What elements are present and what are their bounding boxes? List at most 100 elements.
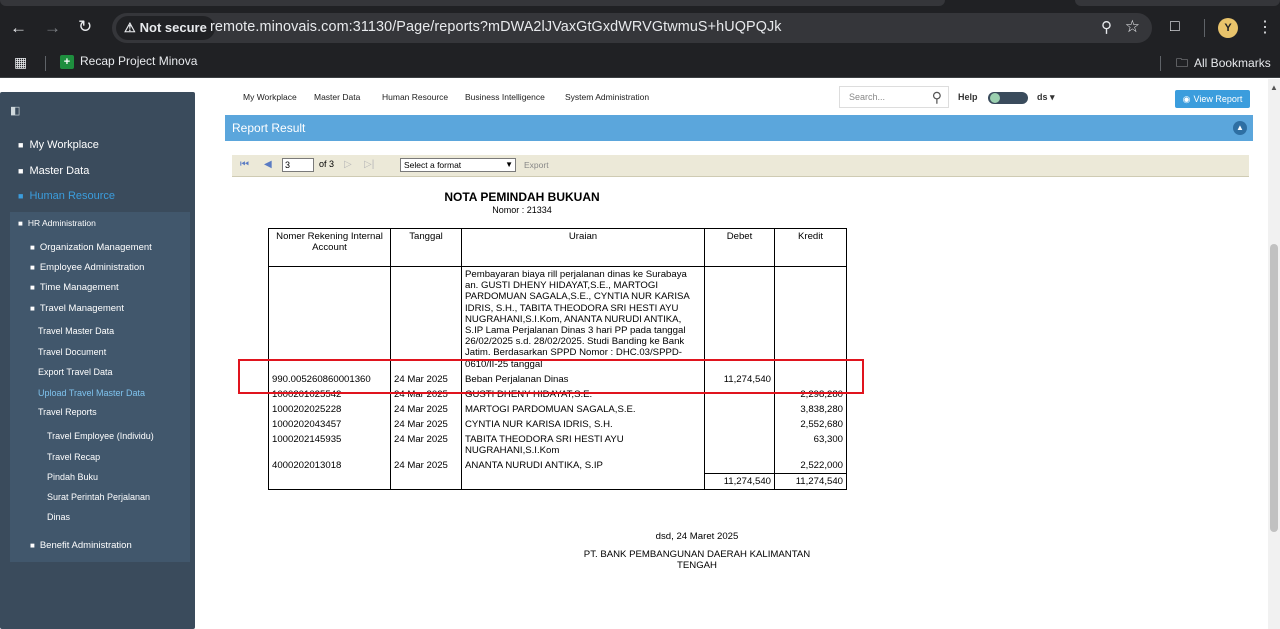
collapse-icon[interactable]: ▲: [1233, 121, 1247, 135]
bookmark-star-icon[interactable]: ☆: [1125, 17, 1140, 37]
folder-icon: ■: [30, 243, 35, 252]
cell-date: 24 Mar 2025: [390, 431, 462, 458]
export-link[interactable]: Export: [524, 160, 549, 170]
sidebar-item-organization-management[interactable]: ■ Organization Management: [30, 242, 152, 253]
sidebar-item-surat-perintah[interactable]: Surat Perintah Perjalanan: [47, 492, 150, 502]
header-account: Nomer Rekening Internal Account: [268, 228, 391, 267]
sidebar-item-time-management[interactable]: ■ Time Management: [30, 282, 119, 293]
menu-human-resource[interactable]: Human Resource: [382, 92, 448, 102]
report-title: NOTA PEMINDAH BUKUAN: [444, 190, 600, 204]
cell-account: 1000202145935: [268, 431, 391, 458]
security-label: Not secure: [139, 20, 207, 35]
bookmark-divider: [45, 56, 46, 71]
broken-logo-icon: ◧: [10, 105, 21, 117]
folder-icon: ■: [18, 166, 24, 176]
table-row: 1000202145935 24 Mar 2025 TABITA THEODOR…: [268, 431, 847, 458]
theme-toggle[interactable]: [988, 92, 1028, 104]
sidebar-item-travel-reports[interactable]: Travel Reports: [38, 407, 97, 417]
sidebar-item-travel-recap[interactable]: Travel Recap: [47, 452, 100, 462]
sheets-icon: +: [60, 55, 74, 69]
table-row: 1000202025228 24 Mar 2025 MARTOGI PARDOM…: [268, 401, 847, 417]
panel-header: Report Result ▲: [225, 115, 1253, 141]
folder-icon: ■: [18, 191, 24, 201]
sidebar-item-master-data[interactable]: ■ Master Data: [18, 165, 89, 177]
format-select[interactable]: Select a format ▼: [400, 158, 516, 172]
scroll-up-icon[interactable]: ▲: [1270, 83, 1278, 92]
narrative-text: Pembayaran biaya rill perjalanan dinas k…: [461, 265, 705, 372]
cell-credit: 63,300: [774, 431, 847, 458]
bookmarks-bar: ▦ + Recap Project Minova 🗀 All Bookmarks: [0, 48, 1280, 78]
app-area: ◧ ■ My Workplace ■ Master Data ■ Human Reso…: [0, 79, 1280, 629]
sidebar-item-surat-perintah-cont[interactable]: Dinas: [47, 512, 70, 522]
report-toolbar: ⏮ ◀ 3 of 3 ▷ ▷| Select a format ▼ Export: [232, 155, 1249, 177]
menu-master-data[interactable]: Master Data: [314, 92, 360, 102]
header-date: Tanggal: [390, 228, 462, 267]
header-debit: Debet: [704, 228, 775, 267]
sidebar-item-travel-master-data[interactable]: Travel Master Data: [38, 326, 114, 336]
url-text[interactable]: remote.minovais.com:31130/Page/reports?m…: [210, 19, 782, 35]
sidebar-item-benefit-administration[interactable]: ■ Benefit Administration: [30, 540, 132, 551]
user-menu[interactable]: ds ▾: [1037, 92, 1055, 103]
sidebar-item-travel-employee[interactable]: Travel Employee (Individu): [47, 431, 154, 441]
all-bookmarks[interactable]: 🗀 All Bookmarks: [1176, 54, 1271, 75]
sidebar-item-travel-document[interactable]: Travel Document: [38, 347, 106, 357]
folder-icon: ■: [18, 219, 23, 228]
security-chip[interactable]: ⚠ Not secure: [116, 16, 215, 40]
header-credit: Kredit: [774, 228, 847, 267]
folder-icon: ■: [30, 304, 35, 313]
highlight-box: [238, 359, 864, 394]
profile-avatar[interactable]: Y: [1218, 18, 1238, 38]
view-report-button[interactable]: ◉ View Report: [1175, 90, 1250, 108]
sidebar-item-hr-administration[interactable]: ■ HR Administration: [18, 218, 96, 228]
forward-icon[interactable]: →: [44, 18, 61, 38]
zoom-icon[interactable]: ⚲: [1101, 18, 1112, 36]
apps-grid-icon[interactable]: ▦: [14, 54, 27, 71]
cell-date: 24 Mar 2025: [390, 457, 462, 474]
sidebar-item-my-workplace[interactable]: ■ My Workplace: [18, 139, 99, 151]
sidebar-item-employee-administration[interactable]: ■ Employee Administration: [30, 262, 144, 273]
cell-account: 1000202025228: [268, 401, 391, 417]
folder-icon: ■: [30, 263, 35, 272]
address-bar[interactable]: ⚠ Not secure remote.minovais.com:31130/Pa…: [112, 13, 1152, 43]
search-input[interactable]: Search... ⚲: [839, 86, 949, 108]
reload-icon[interactable]: ↻: [78, 17, 92, 37]
next-page-icon[interactable]: ▷: [344, 159, 352, 170]
report-page: NOTA PEMINDAH BUKUAN Nomor : 21334 Nomer…: [232, 179, 1249, 629]
scroll-thumb[interactable]: [1270, 244, 1278, 532]
help-link[interactable]: Help: [958, 92, 978, 102]
sidebar-item-export-travel-data[interactable]: Export Travel Data: [38, 367, 113, 377]
prev-page-icon[interactable]: ◀: [264, 159, 272, 170]
back-icon[interactable]: ←: [10, 18, 27, 38]
menu-kebab-icon[interactable]: ⋮: [1257, 17, 1273, 37]
page-number-input[interactable]: 3: [282, 158, 314, 172]
extensions-icon[interactable]: □: [1170, 18, 1180, 36]
toolbar-divider: [1204, 19, 1205, 37]
first-page-icon[interactable]: ⏮: [240, 159, 249, 170]
all-bookmarks-label: All Bookmarks: [1194, 56, 1271, 70]
cell-desc: TABITA THEODORA SRI HESTI AYU NUGRAHANI,…: [461, 431, 705, 458]
cell-credit: 3,838,280: [774, 401, 847, 417]
cell-credit: 2,522,000: [774, 457, 847, 474]
search-icon[interactable]: ⚲: [932, 89, 942, 106]
search-placeholder: Search...: [849, 92, 886, 102]
browser-tab[interactable]: [0, 0, 945, 6]
cell-debit: [704, 401, 775, 417]
sidebar-item-human-resource[interactable]: ■ Human Resource: [18, 190, 115, 202]
menu-my-workplace[interactable]: My Workplace: [243, 92, 297, 102]
sidebar-item-travel-management[interactable]: ■ Travel Management: [30, 303, 124, 314]
menu-system-administration[interactable]: System Administration: [565, 92, 649, 102]
sidebar-item-pindah-buku[interactable]: Pindah Buku: [47, 472, 98, 482]
browser-tab[interactable]: [1075, 0, 1280, 6]
menu-business-intelligence[interactable]: Business Intelligence: [465, 92, 545, 102]
total-debit: 11,274,540: [704, 472, 775, 490]
signature-date: dsd, 24 Maret 2025: [655, 531, 739, 542]
toggle-knob: [990, 93, 1000, 103]
page-scrollbar[interactable]: ▲: [1268, 79, 1280, 629]
panel-title: Report Result: [232, 121, 306, 135]
bookmark-recap[interactable]: + Recap Project Minova: [60, 54, 197, 69]
warning-icon: ⚠: [124, 20, 136, 35]
cell-credit: 2,552,680: [774, 416, 847, 432]
last-page-icon[interactable]: ▷|: [364, 159, 374, 170]
sidebar-item-upload-travel-master-data[interactable]: Upload Travel Master Data: [38, 388, 145, 398]
table-row: Pembayaran biaya rill perjalanan dinas k…: [268, 265, 847, 372]
